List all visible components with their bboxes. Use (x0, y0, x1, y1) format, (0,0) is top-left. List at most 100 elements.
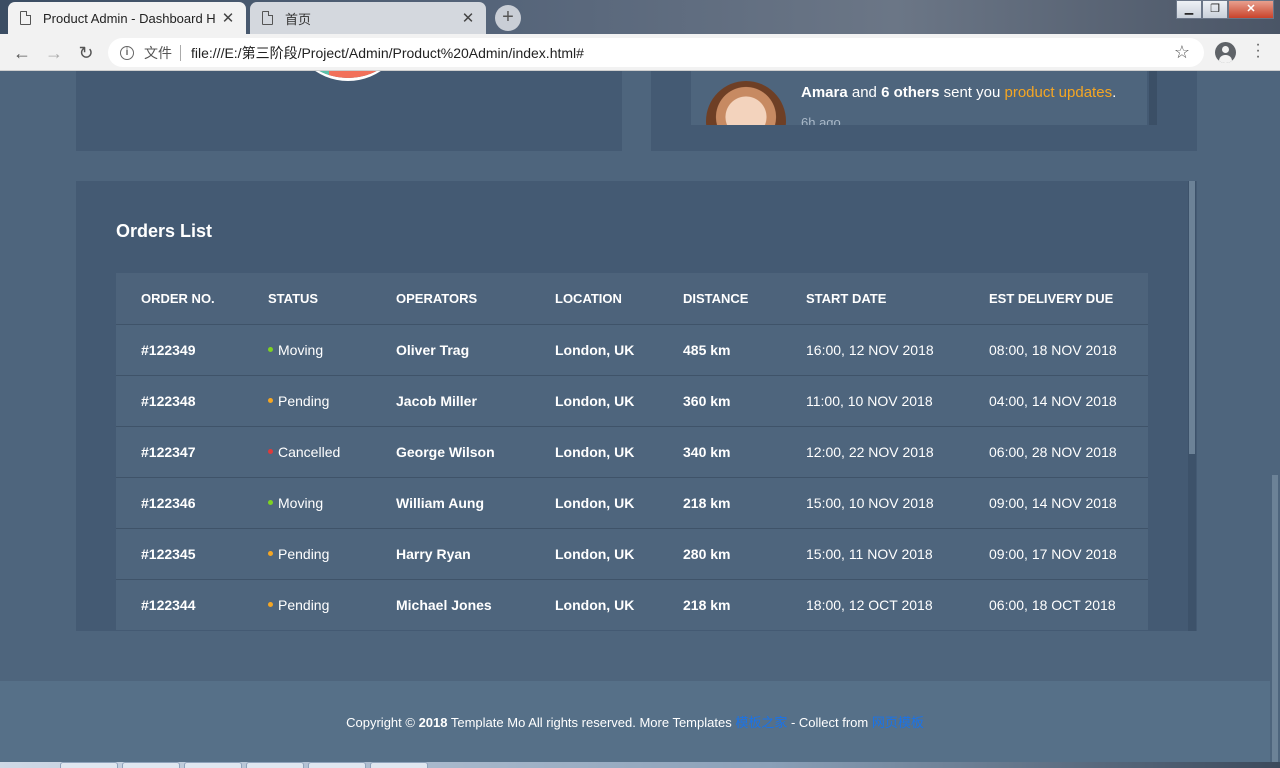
templates-link[interactable]: 模板之家 (735, 715, 787, 730)
web-templates-link[interactable]: 网页模板 (872, 715, 924, 730)
info-icon[interactable]: i (120, 45, 134, 60)
distance: 360 km (683, 393, 731, 409)
status-dot-icon (268, 500, 273, 505)
notification-period: . (1112, 84, 1117, 101)
copyright-middle: Template Mo All rights reserved. More Te… (447, 715, 736, 730)
operator-name: William Aung (396, 495, 485, 511)
notifications-scrollbar[interactable] (1149, 71, 1157, 125)
delivery-due: 06:00, 18 OCT 2018 (989, 597, 1116, 613)
back-arrow-icon[interactable]: ← (10, 41, 34, 65)
status-dot-icon (268, 551, 273, 556)
table-row[interactable]: #122344 Pending Michael Jones London, UK 218… (116, 579, 1148, 630)
window-close-button[interactable]: ✕ (1228, 0, 1274, 19)
column-header-start-date: START DATE (806, 291, 887, 306)
browser-toolbar: ← → ↻ i 文件 file:///E:/第三阶段/Project/Admin… (0, 34, 1280, 71)
column-header-due: EST DELIVERY DUE (989, 291, 1114, 306)
product-updates-link[interactable]: product updates (1004, 84, 1112, 101)
new-tab-button[interactable]: + (495, 5, 521, 31)
address-bar[interactable]: i 文件 file:///E:/第三阶段/Project/Admin/Produ… (108, 38, 1204, 67)
notification-connector: and (847, 84, 882, 101)
account-icon[interactable] (1215, 42, 1236, 63)
tab-title: Product Admin - Dashboard H (43, 10, 216, 26)
status-label: Moving (278, 342, 324, 358)
table-row[interactable]: #122347 Cancelled George Wilson London, UK 3… (116, 426, 1148, 477)
distance: 485 km (683, 342, 731, 358)
taskbar-button[interactable] (122, 762, 180, 768)
tab-home[interactable]: 首页 ✕ (250, 2, 486, 34)
browser-titlebar: Product Admin - Dashboard H ✕ 首页 ✕ + ▁ ❐… (0, 0, 1280, 34)
bookmark-star-icon[interactable]: ☆ (1174, 42, 1190, 63)
avatar (706, 81, 786, 125)
status-label: Pending (278, 393, 330, 409)
page-viewport: Amara and 6 others sent you product upda… (0, 71, 1270, 762)
forward-arrow-icon[interactable]: → (42, 41, 66, 65)
location: London, UK (555, 495, 635, 511)
operator-name: Harry Ryan (396, 546, 471, 562)
restore-button[interactable]: ❐ (1202, 0, 1228, 19)
table-row[interactable]: #122348 Pending Jacob Miller London, UK 360 … (116, 375, 1148, 426)
status-label: Pending (278, 546, 330, 562)
orders-scrollbar-thumb[interactable] (1189, 181, 1195, 454)
minimize-button[interactable]: ▁ (1176, 0, 1202, 19)
table-row[interactable]: #122346 Moving William Aung London, UK 218 k… (116, 477, 1148, 528)
status-dot-icon (268, 398, 273, 403)
pie-slice (329, 71, 407, 78)
order-number: #122347 (141, 444, 196, 460)
taskbar-button[interactable] (246, 762, 304, 768)
status-label: Pending (278, 597, 330, 613)
footer: Copyright © 2018 Template Mo All rights … (0, 681, 1270, 762)
collect-text: - Collect from (787, 715, 872, 730)
notifications-card: Amara and 6 others sent you product upda… (651, 71, 1197, 151)
distance: 280 km (683, 546, 731, 562)
taskbar-button[interactable] (184, 762, 242, 768)
order-number: #122344 (141, 597, 196, 613)
status-label: Moving (278, 495, 324, 511)
column-header-status: STATUS (268, 291, 319, 306)
close-icon[interactable]: ✕ (220, 9, 236, 27)
start-date: 16:00, 12 NOV 2018 (806, 342, 934, 358)
table-row[interactable]: #122345 Pending Harry Ryan London, UK 280 km… (116, 528, 1148, 579)
start-date: 15:00, 11 NOV 2018 (806, 546, 933, 562)
location: London, UK (555, 444, 635, 460)
orders-title: Orders List (116, 221, 213, 241)
status-cell: Cancelled (268, 444, 340, 460)
tab-product-admin[interactable]: Product Admin - Dashboard H ✕ (8, 2, 246, 34)
delivery-due: 06:00, 28 NOV 2018 (989, 444, 1117, 460)
url-text[interactable]: file:///E:/第三阶段/Project/Admin/Product%20… (191, 43, 1174, 63)
distance: 340 km (683, 444, 731, 460)
close-icon[interactable]: ✕ (460, 9, 476, 27)
page-scrollbar-thumb[interactable] (1272, 475, 1278, 762)
taskbar-button[interactable] (308, 762, 366, 768)
location: London, UK (555, 342, 635, 358)
document-icon (262, 11, 273, 25)
status-cell: Moving (268, 495, 323, 511)
operator-name: Jacob Miller (396, 393, 477, 409)
table-row[interactable]: #122349 Moving Oliver Trag London, UK 485 km… (116, 324, 1148, 375)
status-cell: Pending (268, 546, 329, 562)
status-cell: Pending (268, 393, 329, 409)
pie-chart (289, 71, 407, 81)
reload-icon[interactable]: ↻ (74, 41, 98, 65)
protocol-label: 文件 (144, 44, 172, 61)
status-dot-icon (268, 602, 273, 607)
table-header: ORDER NO. STATUS OPERATORS LOCATION DIST… (116, 273, 1148, 324)
pie-slice (289, 71, 331, 78)
taskbar-button[interactable] (370, 762, 428, 768)
notification-text: Amara and 6 others sent you product upda… (801, 84, 1116, 101)
notification-time: 6h ago (801, 115, 841, 125)
notification-item: Amara and 6 others sent you product upda… (691, 71, 1147, 125)
taskbar-button[interactable] (60, 762, 118, 768)
menu-dots-icon[interactable]: · · · (1252, 37, 1264, 65)
order-number: #122348 (141, 393, 196, 409)
start-date: 11:00, 10 NOV 2018 (806, 393, 933, 409)
footer-text: Copyright © 2018 Template Mo All rights … (0, 712, 1270, 731)
delivery-due: 04:00, 14 NOV 2018 (989, 393, 1117, 409)
status-cell: Moving (268, 342, 323, 358)
chart-card (76, 71, 622, 151)
window-controls: ▁ ❐ ✕ (1176, 0, 1274, 19)
notification-middle: sent you (939, 84, 1005, 101)
column-header-order: ORDER NO. (141, 291, 215, 306)
location: London, UK (555, 546, 635, 562)
tab-title: 首页 (285, 11, 312, 27)
copyright-prefix: Copyright © (346, 715, 419, 730)
